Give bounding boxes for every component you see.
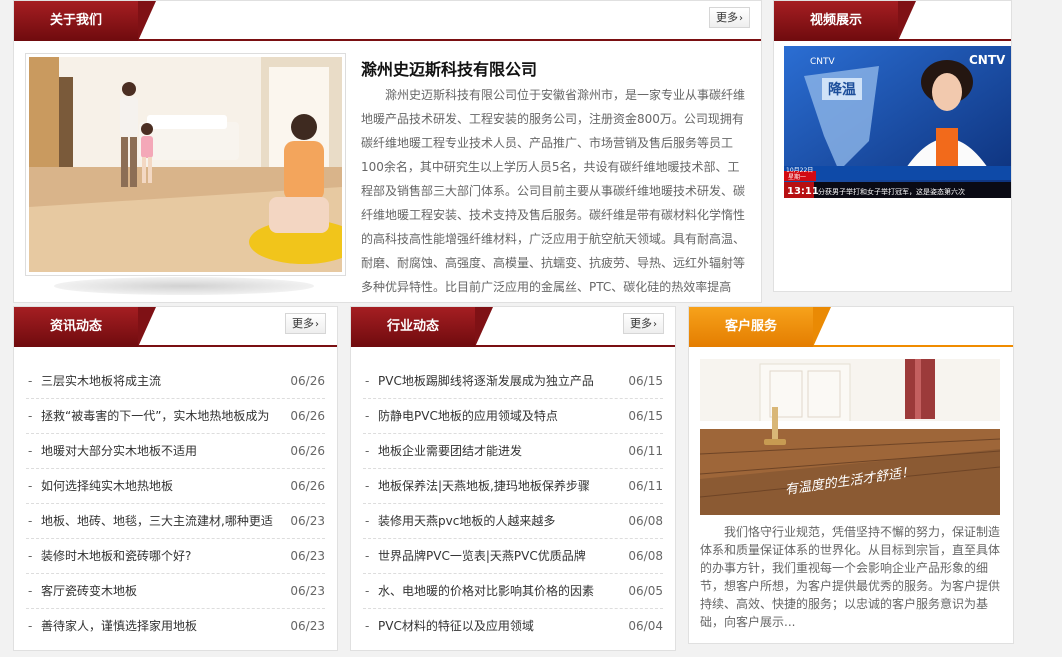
video-header: 视频展示 [774,1,1011,41]
tv-weekday: 星期一 [788,173,806,181]
cntv-logo: CNTV [969,53,1006,67]
photo-shadow [54,277,314,295]
tv-date: 10月22日 [786,167,813,174]
industry-tab[interactable]: 行业动态 [351,307,493,347]
list-item[interactable]: 地板、地砖、地毯，三大主流建材,哪种更适06/23 [26,504,325,539]
service-tab[interactable]: 客户服务 [689,307,831,347]
list-item[interactable]: 地板企业需要团结才能进发06/11 [363,434,663,469]
about-tab[interactable]: 关于我们 [14,1,156,41]
news-panel: 资讯动态 更多› 三层实木地板将成主流06/26 拯救“被毒害的下一代”，实木地… [13,306,338,651]
about-more-button[interactable]: 更多› [709,7,750,28]
news-tab[interactable]: 资讯动态 [14,307,156,347]
list-item[interactable]: 地暖对大部分实木地板不适用06/26 [26,434,325,469]
service-header: 客户服务 [689,307,1013,347]
list-item[interactable]: 如何选择纯实木地热地板06/26 [26,469,325,504]
tv-ticker: 分获男子举打和女子举打冠军，这是姿态第六次 [818,187,965,196]
industry-more-button[interactable]: 更多› [623,313,664,334]
tv-channel-logo: CNTV [810,57,836,67]
tv-headline: 降温 [828,81,856,98]
industry-title: 行业动态 [386,319,439,334]
list-item[interactable]: 客厅瓷砖变木地板06/23 [26,574,325,609]
news-list: 三层实木地板将成主流06/26 拯救“被毒害的下一代”，实木地热地板成为06/2… [26,364,325,644]
video-tab[interactable]: 视频展示 [774,1,916,41]
list-item[interactable]: 防静电PVC地板的应用领域及特点06/15 [363,399,663,434]
list-item[interactable]: 善待家人，谨慎选择家用地板06/23 [26,609,325,644]
about-panel: 关于我们 更多› 滁州史迈斯科技有限公司 滁州史迈斯科技有限公司位于安徽省滁州市… [13,0,762,303]
list-item[interactable]: 三层实木地板将成主流06/26 [26,364,325,399]
list-item[interactable]: 地板保养法|天燕地板,捷玛地板保养步骤06/11 [363,469,663,504]
about-title: 关于我们 [49,13,102,28]
list-item[interactable]: 水、电地暖的价格对比影响其价格的因素06/05 [363,574,663,609]
chevron-right-icon: › [739,13,743,24]
about-description: 滁州史迈斯科技有限公司位于安徽省滁州市，是一家专业从事碳纤维地暖产品技术研发、工… [361,88,746,294]
about-photo [25,53,346,276]
service-description: 我们恪守行业规范，凭借坚持不懈的努力，保证制造体系和质量保证体系的世界化。从目标… [700,525,1001,629]
news-more-button[interactable]: 更多› [285,313,326,334]
list-item[interactable]: 世界品牌PVC一览表|天燕PVC优质品牌06/08 [363,539,663,574]
industry-header: 行业动态 更多› [351,307,675,347]
list-item[interactable]: 拯救“被毒害的下一代”，实木地热地板成为06/26 [26,399,325,434]
news-title: 资讯动态 [49,319,102,334]
list-item[interactable]: 装修时木地板和瓷砖哪个好?06/23 [26,539,325,574]
service-panel: 客户服务 有温度的生活才舒适！ 我们恪守行业规范，凭借坚持不懈的努力，保证制造体… [688,306,1014,644]
company-name: 滁州史迈斯科技有限公司 [361,60,538,79]
video-player[interactable]: 降温 CNTV CNTV 10月22日 星期一 13:11 分获男子举打和女子举… [784,46,1011,198]
video-panel: 视频展示 降温 CNTV CNTV 10月22日 星期一 13:11 分获男子举… [773,0,1012,292]
industry-list: PVC地板踢脚线将逐渐发展成为独立产品06/15 防静电PVC地板的应用领域及特… [363,364,663,644]
list-item[interactable]: PVC材料的特征以及应用领域06/04 [363,609,663,644]
news-header: 资讯动态 更多› [14,307,337,347]
about-header: 关于我们 更多› [14,1,761,41]
industry-panel: 行业动态 更多› PVC地板踢脚线将逐渐发展成为独立产品06/15 防静电PVC… [350,306,676,651]
chevron-right-icon: › [315,319,319,330]
list-item[interactable]: PVC地板踢脚线将逐渐发展成为独立产品06/15 [363,364,663,399]
service-photo: 有温度的生活才舒适！ [700,359,1000,515]
chevron-right-icon: › [653,319,657,330]
video-title: 视频展示 [809,13,862,28]
list-item[interactable]: 装修用天燕pvc地板的人越来越多06/08 [363,504,663,539]
tv-clock: 13:11 [787,186,819,197]
service-title: 客户服务 [724,319,777,334]
